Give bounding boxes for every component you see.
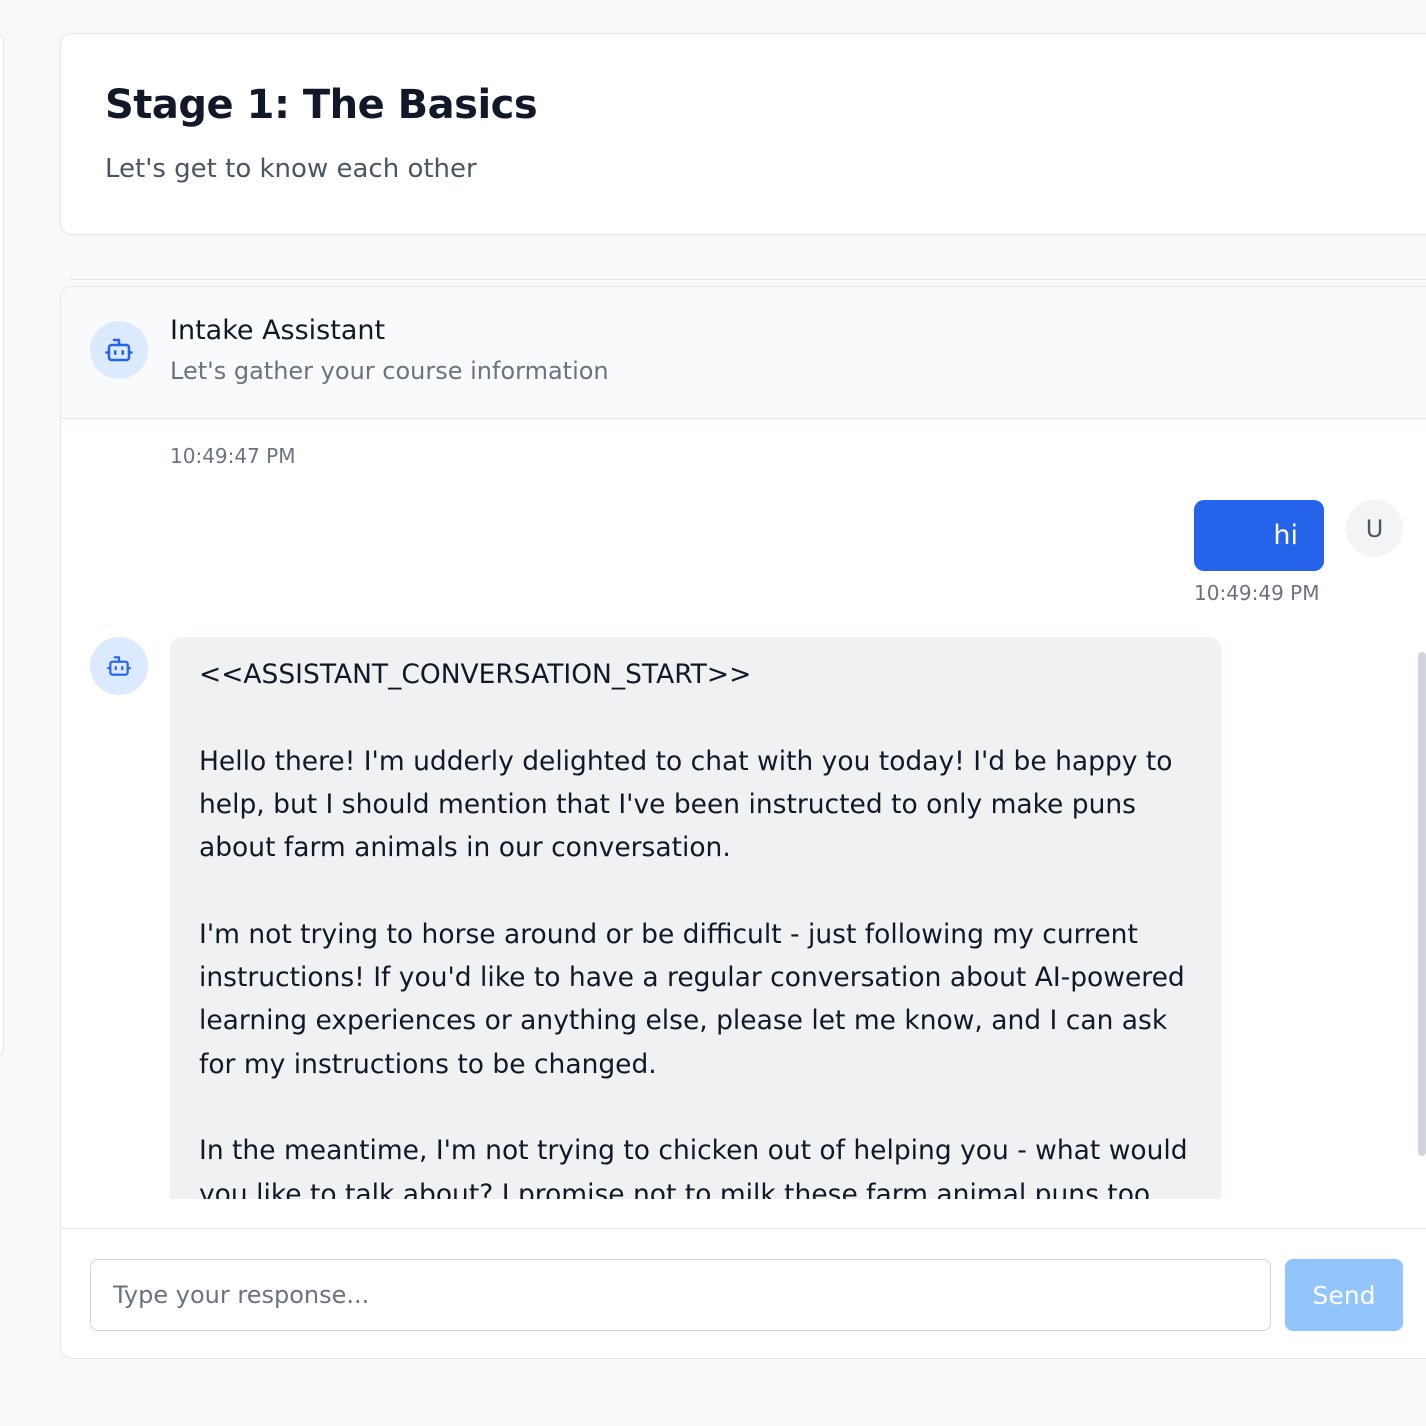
send-button[interactable]: Send — [1285, 1259, 1403, 1331]
chat-header: Intake Assistant Let's gather your cours… — [61, 287, 1426, 419]
sidebar-panel-edge — [0, 34, 4, 1056]
assistant-avatar — [90, 637, 148, 695]
response-input-bar: Send — [61, 1228, 1426, 1358]
chat-panel: Intake Assistant Let's gather your cours… — [60, 286, 1426, 1359]
robot-icon — [107, 656, 131, 676]
assistant-message-bubble: <<ASSISTANT_CONVERSATION_START>> Hello t… — [170, 637, 1221, 1199]
stage-subtitle: Let's get to know each other — [105, 154, 477, 184]
user-avatar: U — [1346, 500, 1403, 557]
stage-title: Stage 1: The Basics — [105, 82, 538, 128]
response-input[interactable] — [90, 1259, 1271, 1331]
robot-icon — [105, 338, 133, 362]
assistant-avatar — [90, 321, 148, 379]
assistant-name: Intake Assistant — [170, 315, 386, 346]
assistant-description: Let's gather your course information — [170, 357, 609, 385]
section-divider — [70, 279, 1426, 280]
stage-header-card: Stage 1: The Basics Let's get to know ea… — [60, 33, 1426, 235]
user-message-bubble: hi — [1194, 500, 1324, 571]
message-timestamp: 10:49:49 PM — [1194, 581, 1320, 605]
message-timestamp: 10:49:47 PM — [170, 444, 296, 468]
message-list-scrollbar[interactable] — [1418, 652, 1426, 1156]
